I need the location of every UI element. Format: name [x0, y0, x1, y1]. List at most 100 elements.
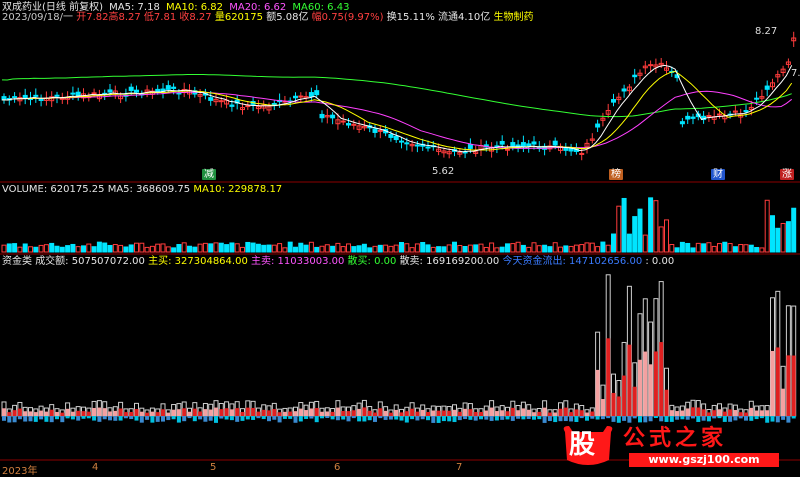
fund-bar-neg — [648, 416, 653, 422]
fund-bar-fill — [65, 408, 70, 416]
fund-bar-fill — [351, 410, 356, 416]
kline-chart[interactable] — [0, 0, 800, 474]
candle-body — [552, 140, 558, 146]
volume-bar — [176, 244, 182, 253]
logo-seal-text: 股 — [569, 430, 596, 460]
volume-bar — [171, 247, 177, 253]
candle-body — [706, 115, 712, 118]
fund-bar-neg — [526, 416, 531, 419]
fund-bar-fill — [415, 411, 420, 416]
volume-bar — [324, 244, 330, 253]
fund-bar-fill — [113, 410, 118, 416]
fund-bar-neg — [267, 416, 271, 422]
fund-bar-neg — [33, 416, 38, 422]
fund-bar-neg — [627, 416, 632, 423]
volume-bar — [49, 242, 55, 253]
volume-bar — [542, 244, 548, 253]
candle-body — [510, 142, 516, 147]
fund-bar-neg — [717, 416, 722, 419]
fund-bar-neg — [542, 416, 547, 423]
fund-bar-neg — [749, 416, 754, 421]
badge-rank[interactable]: 榜 — [609, 169, 623, 180]
fund-bar-neg — [775, 416, 780, 423]
fund-bar-fill — [17, 408, 22, 416]
volume-bar — [499, 246, 505, 253]
volume-bar — [701, 243, 707, 253]
volume-bar — [642, 234, 648, 253]
volume-bar — [303, 244, 309, 253]
fund-bar-fill — [92, 407, 97, 416]
candle-body — [563, 147, 569, 151]
fund-bar-fill — [33, 412, 38, 416]
volume-bar — [404, 243, 410, 253]
badge-finance[interactable]: 财 — [711, 169, 725, 180]
fund-bar-neg — [346, 416, 351, 422]
volume-bar — [483, 246, 489, 253]
fund-bar-fill — [431, 410, 436, 416]
fund-bar-fill — [542, 407, 547, 416]
fund-bar-fill — [722, 411, 727, 416]
fund-bar-neg — [171, 416, 176, 420]
candle-body — [319, 113, 325, 119]
fund-bar-fill — [2, 408, 6, 416]
fund-bar-fill — [563, 407, 568, 416]
fund-bar-neg — [335, 416, 340, 421]
volume-bar — [28, 246, 33, 253]
fund-bar-neg — [203, 416, 208, 422]
badge-reduce[interactable]: 减 — [202, 169, 216, 180]
volume-bar — [611, 233, 616, 253]
fund-bar-neg — [245, 416, 250, 420]
fund-bar-fill — [298, 408, 303, 416]
fund-bar-neg — [484, 416, 489, 420]
volume-bar — [250, 242, 256, 253]
volume-bar — [70, 243, 76, 253]
fund-bar-fill — [733, 410, 738, 416]
candle-body — [425, 146, 431, 149]
fund-bar-neg — [399, 416, 404, 421]
fund-bar-neg — [616, 416, 621, 423]
fund-bar-fill — [39, 410, 44, 416]
fund-bar-neg — [473, 416, 478, 421]
fund-bar-neg — [404, 416, 409, 423]
fund-bar-fill — [198, 411, 203, 416]
fund-bar-neg — [431, 416, 436, 423]
fund-bar-neg — [256, 416, 261, 419]
fund-bar-fill — [489, 407, 494, 416]
candle-body — [372, 128, 378, 133]
fund-bar-fill — [118, 408, 123, 416]
candle-body — [685, 115, 691, 120]
fund-bar-fill — [224, 408, 229, 416]
volume-bar — [197, 243, 203, 253]
fund-bar-fill — [97, 407, 102, 416]
volume-bar — [446, 244, 452, 253]
fund-bar-neg — [134, 416, 139, 421]
fund-bar-fill — [728, 409, 733, 416]
fund-bar-fill — [574, 409, 579, 416]
volume-bar — [510, 243, 516, 253]
fund-bar-neg — [229, 416, 234, 421]
volume-bar — [489, 242, 495, 253]
fund-bar-fill — [516, 410, 521, 416]
fund-bar-neg — [28, 416, 33, 422]
fund-bar-fill — [712, 410, 717, 416]
badge-limit-up[interactable]: 涨 — [780, 169, 794, 180]
volume-bar — [282, 247, 288, 253]
fund-bar-fill — [680, 410, 685, 416]
fund-bar-neg — [712, 416, 717, 419]
fund-bar-neg — [235, 416, 240, 422]
fund-bar-fill — [373, 412, 377, 416]
candle-body — [611, 99, 616, 103]
candle-body — [171, 86, 177, 89]
candle-body — [70, 92, 76, 95]
fund-bar-neg — [500, 416, 505, 420]
fund-bar-fill — [420, 409, 425, 416]
fund-bar-fill — [7, 412, 12, 416]
volume-bar — [420, 242, 426, 253]
candle-body — [399, 140, 404, 143]
fund-bar-fill — [288, 411, 293, 416]
volume-bar — [600, 241, 606, 253]
candle-body — [632, 74, 638, 78]
fund-bar-neg — [659, 416, 664, 422]
fund-bar-fill — [765, 410, 770, 416]
fund-bar-neg — [55, 416, 59, 420]
